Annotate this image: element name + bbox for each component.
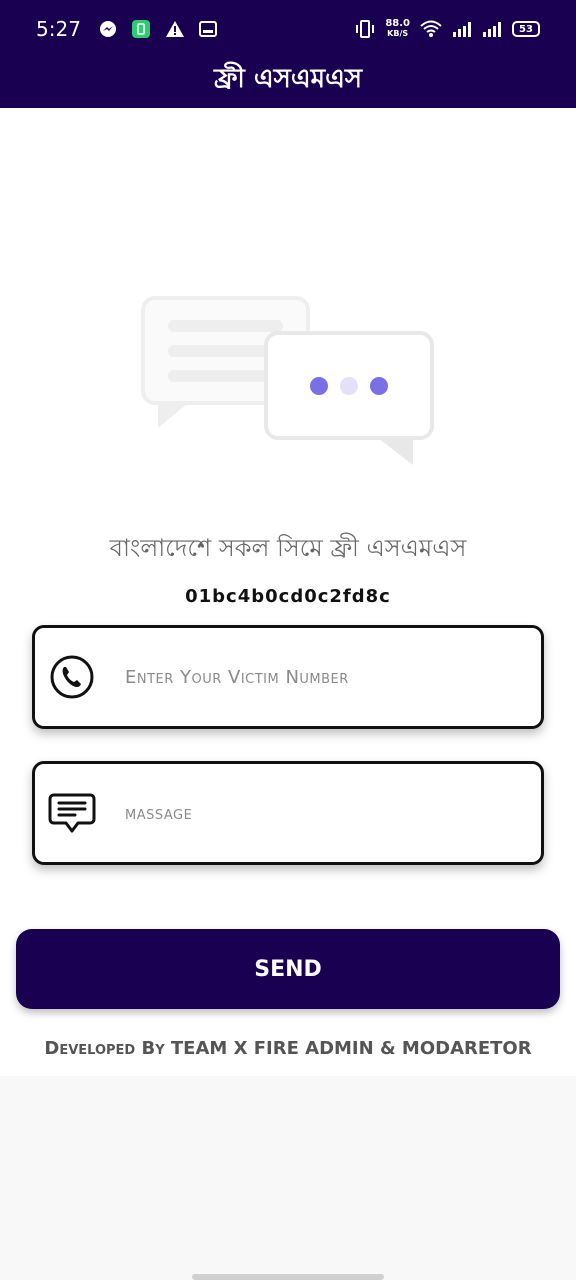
speed-unit: KB/S: [387, 29, 409, 38]
system-status: 88.0 KB/S 53: [355, 19, 540, 39]
main-content: বাংলাদেশে সকল সিমে ফ্রী এসএমএস 01bc4b0cd…: [0, 108, 576, 1076]
phone-input[interactable]: [125, 666, 485, 688]
vibrate-icon: [356, 20, 375, 38]
signal-icon-1: [453, 22, 471, 37]
speed-value: 88.0: [385, 18, 410, 29]
signal-icon-2: [483, 22, 501, 37]
network-speed: 88.0 KB/S: [385, 19, 410, 39]
messenger-icon: [99, 21, 116, 37]
status-time: 5:27: [36, 17, 81, 41]
message-icon: [47, 788, 97, 838]
battery-indicator: 53: [512, 21, 540, 37]
notification-icons: [99, 19, 217, 39]
device-code: 01bc4b0cd0c2fd8c: [185, 586, 391, 607]
warning-icon: [165, 21, 184, 37]
image-icon: [198, 21, 217, 37]
app-bar: 5:27 88.0 KB/S 53 ফ্রী এসএমএস: [0, 0, 576, 108]
status-bar: 5:27 88.0 KB/S 53: [0, 0, 576, 58]
app-title: ফ্রী এসএমএস: [213, 64, 363, 94]
home-indicator[interactable]: [192, 1274, 384, 1280]
message-input[interactable]: [125, 802, 485, 824]
phone-icon: [47, 652, 97, 702]
message-field[interactable]: [32, 761, 544, 865]
developer-credit: Developed By TEAM X FIRE ADMIN & MODARET…: [44, 1038, 532, 1059]
chat-bubbles-illustration: [141, 296, 434, 465]
phone-field[interactable]: [32, 625, 544, 729]
subtitle: বাংলাদেশে সকল সিমে ফ্রী এসএমএস: [109, 534, 467, 562]
send-button[interactable]: SEND: [16, 929, 560, 1009]
wifi-icon: [420, 20, 442, 37]
app-notification-icon: [131, 20, 150, 38]
